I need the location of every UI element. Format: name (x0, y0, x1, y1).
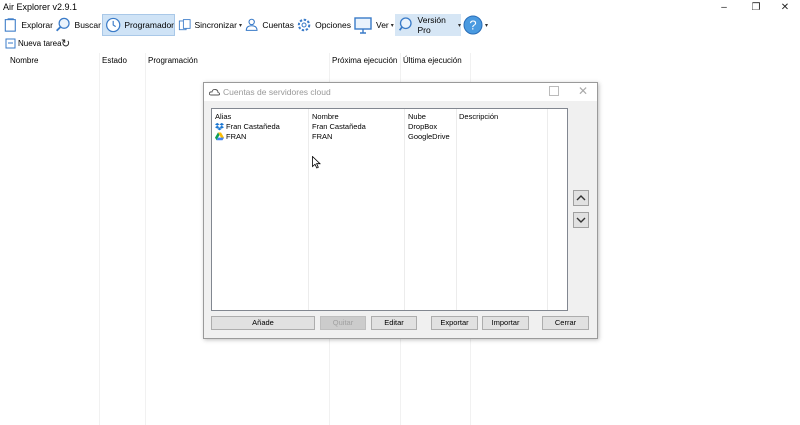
new-task-label: Nueva tarea (18, 39, 62, 48)
edit-button[interactable]: Editar (371, 316, 417, 330)
remove-button[interactable]: Quitar (320, 316, 366, 330)
version-pro-label: Versión Pro (417, 15, 446, 35)
row-nube: GoogleDrive (408, 132, 450, 141)
row-alias: FRAN (226, 132, 247, 141)
explorer-icon (4, 18, 16, 32)
import-button[interactable]: Importar (482, 316, 529, 330)
help-button[interactable]: ? ▾ (463, 14, 489, 36)
list-column-divider (308, 109, 309, 310)
chevron-down-icon (576, 217, 586, 223)
column-divider (99, 53, 100, 425)
opciones-button[interactable]: Opciones (296, 14, 351, 36)
close-window-button[interactable]: ✕ (770, 1, 800, 14)
column-header-programacion[interactable]: Programación (148, 56, 198, 65)
cloud-accounts-dialog: Cuentas de servidores cloud ✕ Alias Nomb… (203, 82, 598, 339)
mouse-cursor-icon (312, 156, 321, 169)
dropbox-icon (215, 122, 224, 131)
chevron-up-icon (576, 195, 586, 201)
search-icon (56, 17, 70, 32)
programador-label: Programador (124, 20, 174, 30)
accounts-list[interactable]: Alias Nombre Nube Descripción Fran Casta… (211, 108, 568, 311)
list-column-divider (456, 109, 457, 310)
list-header-nombre[interactable]: Nombre (312, 112, 339, 121)
move-up-button[interactable] (573, 190, 589, 206)
cuentas-button[interactable]: Cuentas (244, 14, 294, 36)
accounts-icon (245, 18, 258, 31)
google-drive-icon (215, 132, 224, 141)
dialog-title-bar[interactable]: Cuentas de servidores cloud ✕ (204, 83, 597, 101)
chevron-down-icon: ▾ (485, 22, 489, 29)
task-toolbar: Nueva tarea ↻ (0, 37, 800, 51)
chevron-down-icon: ▾ (390, 22, 394, 29)
opciones-label: Opciones (315, 20, 351, 30)
window-title: Air Explorer v2.9.1 (3, 2, 78, 12)
sync-icon (178, 19, 191, 31)
add-button[interactable]: Añade (211, 316, 315, 330)
programador-button[interactable]: Programador (102, 14, 175, 36)
monitor-icon (354, 17, 372, 34)
column-header-nombre[interactable]: Nombre (10, 56, 38, 65)
buscar-button[interactable]: Buscar (55, 14, 101, 36)
version-pro-button[interactable]: Versión Pro ▾ (395, 14, 461, 36)
pro-search-icon (398, 17, 412, 31)
clock-icon (106, 17, 121, 33)
column-header-ultima-ejecucion[interactable]: Última ejecución (403, 56, 462, 65)
explorar-button[interactable]: Explorar (3, 14, 53, 36)
row-nombre: Fran Castañeda (312, 122, 366, 131)
ver-button[interactable]: Ver ▾ (353, 14, 394, 36)
column-divider (145, 53, 146, 425)
column-header-estado[interactable]: Estado (102, 56, 127, 65)
main-toolbar: Explorar Buscar Programador Sincronizar … (0, 14, 800, 36)
new-task-button[interactable]: Nueva tarea (5, 38, 62, 49)
list-header-descripcion[interactable]: Descripción (459, 112, 498, 121)
column-header-proxima-ejecucion[interactable]: Próxima ejecución (332, 56, 397, 65)
minimize-button[interactable]: – (709, 1, 739, 14)
svg-text:?: ? (469, 18, 476, 33)
list-column-divider (547, 109, 548, 310)
new-task-icon (5, 38, 16, 49)
sincronizar-button[interactable]: Sincronizar ▾ (178, 14, 242, 36)
help-icon: ? (463, 15, 483, 35)
explorar-label: Explorar (21, 20, 53, 30)
refresh-icon[interactable]: ↻ (61, 37, 70, 50)
move-down-button[interactable] (573, 212, 589, 228)
list-header-nube[interactable]: Nube (408, 112, 426, 121)
row-nube: DropBox (408, 122, 438, 131)
sincronizar-label: Sincronizar (194, 20, 237, 30)
gear-icon (297, 18, 311, 32)
chevron-down-icon: ▾ (457, 22, 461, 29)
buscar-label: Buscar (74, 20, 101, 30)
maximize-icon[interactable] (549, 86, 559, 96)
chevron-down-icon: ▾ (238, 22, 242, 29)
dialog-title: Cuentas de servidores cloud (223, 87, 331, 97)
cloud-icon (209, 88, 220, 96)
cuentas-label: Cuentas (262, 20, 294, 30)
close-button[interactable]: Cerrar (542, 316, 589, 330)
title-bar: Air Explorer v2.9.1 – ❐ ✕ (0, 0, 800, 15)
row-nombre: FRAN (312, 132, 333, 141)
row-alias: Fran Castañeda (226, 122, 280, 131)
export-button[interactable]: Exportar (431, 316, 478, 330)
close-icon[interactable]: ✕ (578, 84, 588, 98)
list-header-alias[interactable]: Alias (215, 112, 231, 121)
list-column-divider (404, 109, 405, 310)
ver-label: Ver (376, 20, 389, 30)
restore-button[interactable]: ❐ (741, 1, 771, 14)
